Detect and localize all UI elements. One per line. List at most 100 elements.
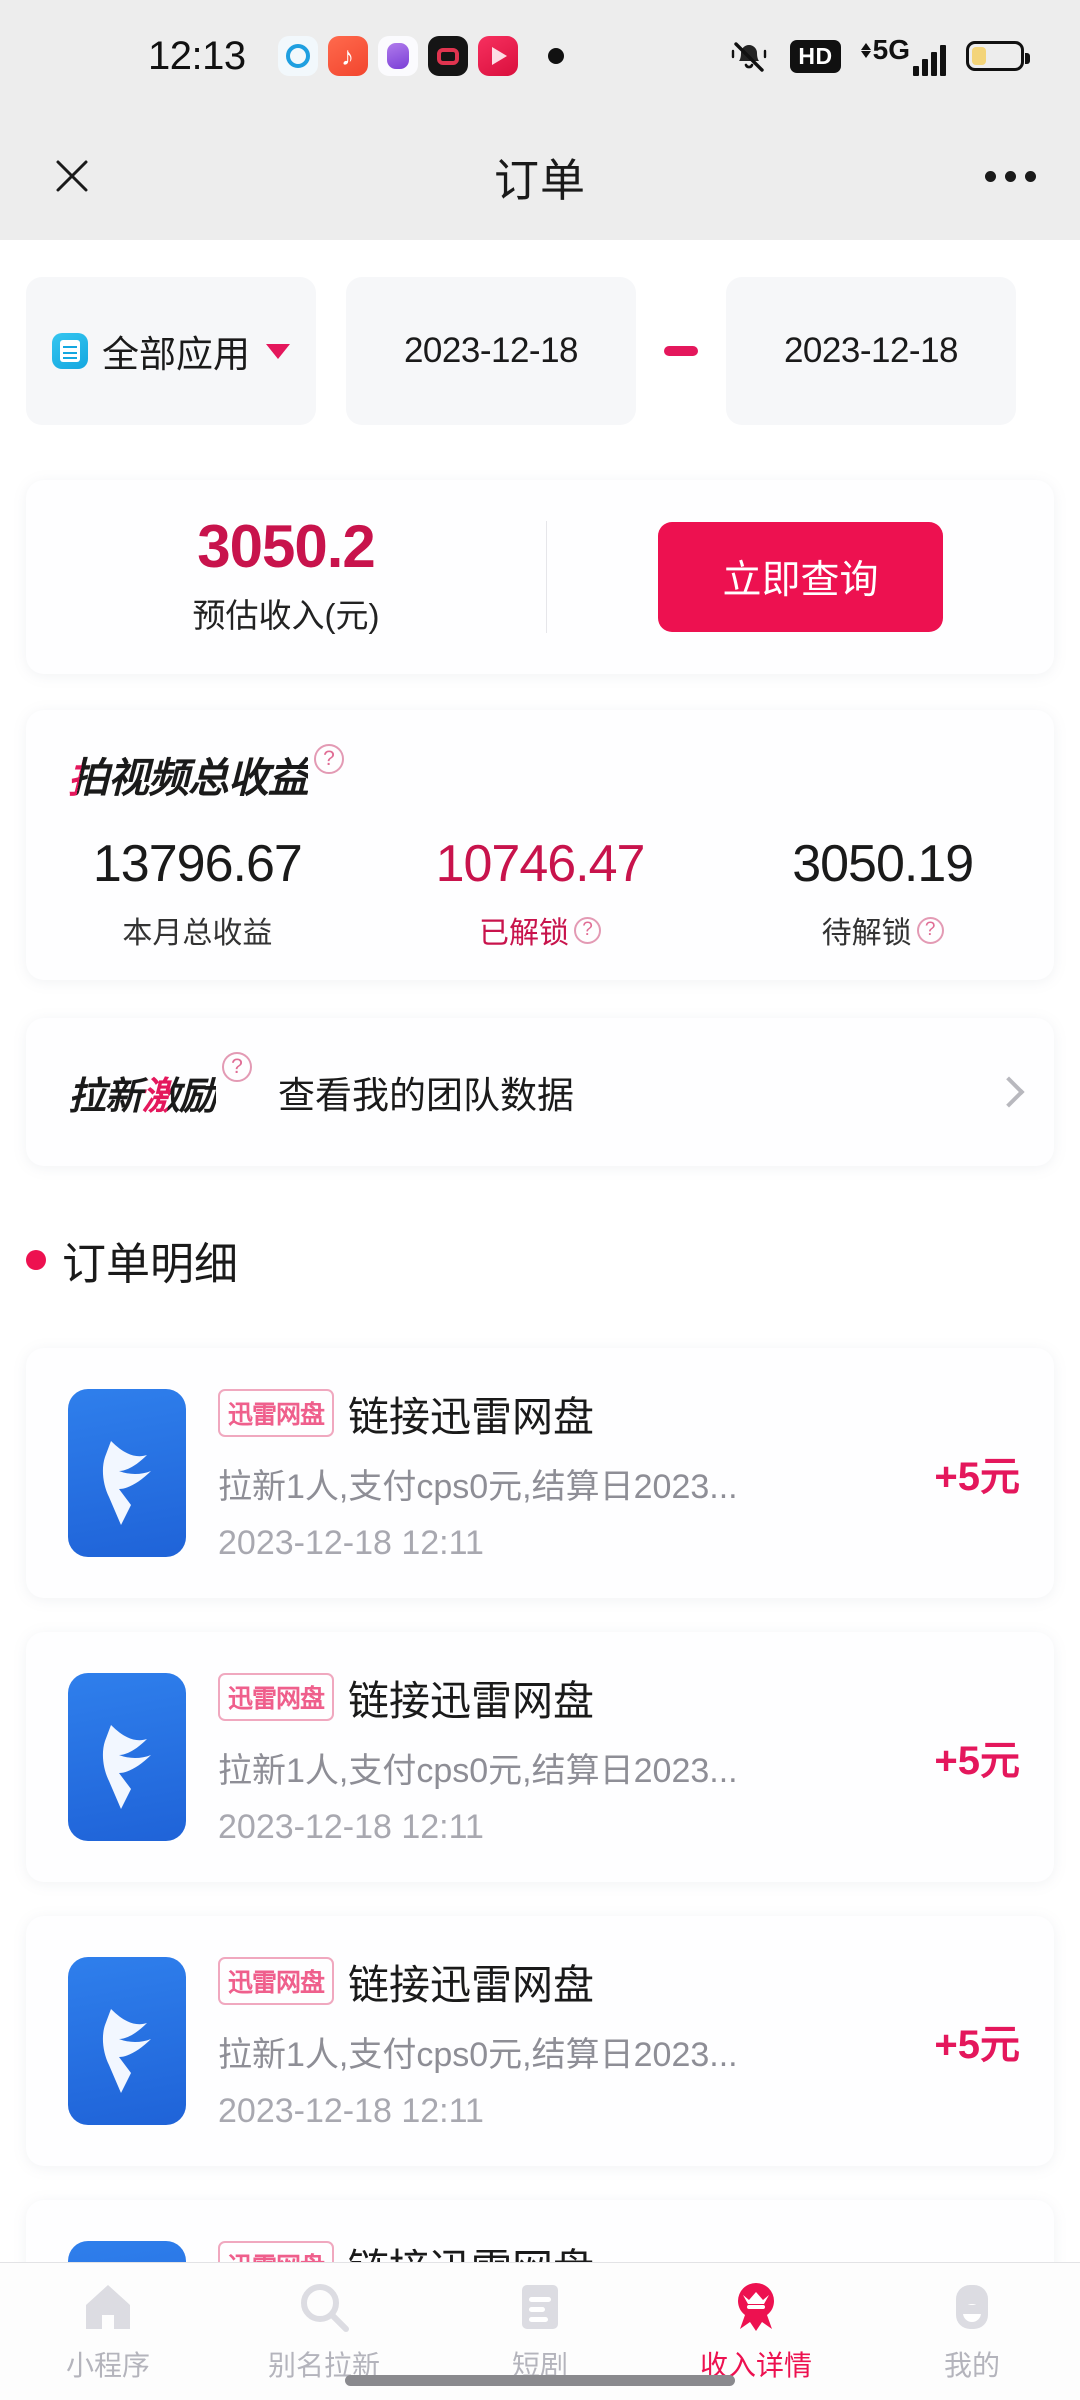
order-timestamp: 2023-12-18 12:11	[218, 1524, 484, 1562]
close-icon[interactable]	[36, 140, 108, 212]
mute-icon	[728, 35, 770, 77]
network-type-label: 5G	[872, 34, 910, 65]
income-label: 预估收入(元)	[192, 597, 380, 634]
order-subtitle: 拉新1人,支付cps0元,结算日2023...	[218, 2036, 738, 2074]
network-indicator: 5G	[860, 34, 946, 76]
order-item-1[interactable]: 迅雷网盘 链接迅雷网盘 拉新1人,支付cps0元,结算日2023... 2023…	[26, 1348, 1054, 1598]
data-arrows-icon	[860, 43, 871, 58]
search-icon	[301, 2284, 349, 2332]
order-amount: +5元	[934, 2023, 1020, 2067]
order-subtitle: 拉新1人,支付cps0元,结算日2023...	[218, 1468, 738, 1506]
person-icon	[956, 2285, 988, 2329]
order-title-row: 迅雷网盘 链接迅雷网盘	[218, 1383, 920, 1443]
stat-label-text: 已解锁	[479, 917, 569, 950]
video-earnings-stats: 13796.67 本月总收益 10746.47 已解锁 ? 3050.19 待解…	[26, 834, 1054, 952]
video-earnings-header: 拍视频总收益 ?	[68, 744, 1054, 804]
order-content: 迅雷网盘 链接迅雷网盘 拉新1人,支付cps0元,结算日2023... 2023…	[218, 1951, 920, 2131]
filter-bar: 全部应用 2023-12-18 2023-12-18	[0, 268, 1080, 434]
stat-value: 13796.67	[92, 835, 303, 893]
chevron-right-icon	[993, 1076, 1025, 1108]
tab-mini-program[interactable]: 小程序	[0, 2263, 216, 2400]
purple-app-icon	[377, 36, 418, 76]
qq-browser-icon	[277, 36, 318, 76]
signal-bars-icon	[913, 45, 946, 76]
xunlei-app-icon	[68, 1673, 186, 1841]
battery-icon	[966, 41, 1030, 71]
more-options-icon[interactable]	[985, 170, 1036, 182]
tab-mine[interactable]: 我的	[864, 2263, 1080, 2400]
app-filter-dropdown[interactable]: 全部应用	[26, 277, 316, 425]
order-title-row: 迅雷网盘 链接迅雷网盘	[218, 1667, 920, 1727]
hd-badge: HD	[790, 39, 841, 73]
stat-label: 待解锁 ?	[711, 908, 1054, 952]
income-summary: 3050.2 预估收入(元)	[26, 517, 546, 637]
order-content: 迅雷网盘 链接迅雷网盘 拉新1人,支付cps0元,结算日2023... 2023…	[218, 1383, 920, 1563]
stat-pending-unlock: 3050.19 待解锁 ?	[711, 834, 1054, 952]
order-tag: 迅雷网盘	[218, 1389, 335, 1437]
order-title: 链接迅雷网盘	[348, 1962, 595, 2008]
list-icon	[522, 2285, 558, 2329]
order-amount: +5元	[934, 1739, 1020, 1783]
estimated-income-card: 3050.2 预估收入(元) 立即查询	[26, 480, 1054, 674]
video-earnings-card: 拍视频总收益 ? 13796.67 本月总收益 10746.47 已解锁 ? 3…	[26, 710, 1054, 980]
kuaishou-icon	[427, 36, 468, 76]
help-icon[interactable]: ?	[916, 916, 944, 944]
stat-value: 3050.19	[792, 835, 974, 893]
nav-header: 订单	[0, 112, 1080, 240]
referral-title: 拉新激励	[68, 1065, 217, 1120]
order-section-heading: 订单明细	[26, 1228, 238, 1292]
order-item-3[interactable]: 迅雷网盘 链接迅雷网盘 拉新1人,支付cps0元,结算日2023... 2023…	[26, 1916, 1054, 2166]
app-list-icon	[52, 333, 88, 369]
medal-crown-icon	[738, 2283, 774, 2331]
order-title: 链接迅雷网盘	[348, 1394, 595, 1440]
help-icon[interactable]: ?	[222, 1052, 253, 1082]
bottom-tab-bar: 小程序 别名拉新 短剧 收入详情 我的	[0, 2262, 1080, 2400]
notification-dot-icon	[547, 48, 564, 64]
help-icon[interactable]: ?	[314, 744, 344, 774]
order-timestamp: 2023-12-18 12:11	[218, 2092, 484, 2130]
status-bar-right: HD 5G	[728, 34, 1030, 77]
status-notification-icons: ♪	[277, 36, 518, 76]
stat-label: 已解锁 ?	[369, 908, 712, 952]
order-amount: +5元	[934, 1455, 1020, 1499]
video-earnings-title: 拍视频总收益	[68, 744, 309, 804]
stat-label-text: 待解锁	[821, 917, 912, 950]
team-data-link[interactable]: 查看我的团队数据	[278, 1065, 574, 1119]
order-item-2[interactable]: 迅雷网盘 链接迅雷网盘 拉新1人,支付cps0元,结算日2023... 2023…	[26, 1632, 1054, 1882]
chevron-down-icon	[266, 343, 290, 359]
app-filter-label: 全部应用	[102, 334, 250, 375]
query-action: 立即查询	[547, 522, 1054, 632]
section-title-text: 订单明细	[62, 1240, 238, 1289]
date-range-separator-icon	[664, 346, 698, 356]
home-indicator	[345, 2375, 735, 2386]
stat-month-total: 13796.67 本月总收益	[26, 834, 369, 952]
order-subtitle: 拉新1人,支付cps0元,结算日2023...	[218, 1752, 738, 1790]
section-bullet-icon	[26, 1250, 46, 1270]
order-timestamp: 2023-12-18 12:11	[218, 1808, 484, 1846]
xunlei-app-icon	[68, 1957, 186, 2125]
order-content: 迅雷网盘 链接迅雷网盘 拉新1人,支付cps0元,结算日2023... 2023…	[218, 1667, 920, 1847]
home-icon	[86, 2285, 130, 2329]
order-tag: 迅雷网盘	[218, 1673, 335, 1721]
status-bar-left: 12:13 ♪	[148, 34, 564, 79]
video-player-icon	[477, 36, 518, 76]
order-tag: 迅雷网盘	[218, 1957, 335, 2005]
query-button[interactable]: 立即查询	[658, 522, 943, 632]
tab-label: 小程序	[65, 2350, 150, 2381]
date-start-input[interactable]: 2023-12-18	[346, 277, 636, 425]
douyin-icon: ♪	[327, 36, 368, 76]
stat-label: 本月总收益	[26, 908, 369, 952]
help-icon[interactable]: ?	[574, 916, 601, 944]
referral-incentive-card[interactable]: 拉新激励 ? 查看我的团队数据	[26, 1018, 1054, 1166]
income-value: 3050.2	[197, 513, 376, 580]
tab-label: 我的	[943, 2350, 1000, 2381]
xunlei-app-icon	[68, 1389, 186, 1557]
order-title-row: 迅雷网盘 链接迅雷网盘	[218, 1951, 920, 2011]
stat-value: 10746.47	[435, 835, 646, 893]
status-bar: 12:13 ♪ HD 5G	[0, 0, 1080, 112]
date-end-input[interactable]: 2023-12-18	[726, 277, 1016, 425]
phone-screen: 12:13 ♪ HD 5G 订单 全部应用 2023-12-18 2023-12…	[0, 0, 1080, 2400]
stat-label-text: 本月总收益	[122, 917, 273, 950]
status-time: 12:13	[148, 33, 246, 78]
order-title: 链接迅雷网盘	[348, 1678, 595, 1724]
